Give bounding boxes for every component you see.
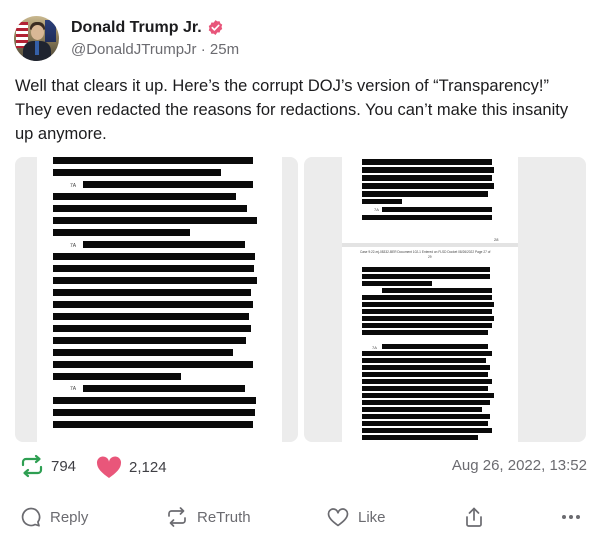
redaction-bar	[362, 183, 494, 189]
author-handle[interactable]: @DonaldJTrumpJr	[71, 41, 197, 58]
redaction-bar	[362, 358, 486, 363]
redaction-bar	[53, 289, 251, 296]
redaction-bar	[53, 349, 233, 356]
author-name[interactable]: Donald Trump Jr.	[71, 19, 202, 37]
retruth-count[interactable]: 794	[19, 454, 76, 478]
redaction-bar	[362, 191, 488, 197]
redaction-bar	[53, 325, 251, 332]
more-button[interactable]	[560, 506, 590, 528]
redaction-bar	[362, 302, 494, 307]
redaction-code-label: 7A	[374, 207, 379, 212]
redaction-bar	[362, 365, 490, 370]
redaction-bar	[362, 379, 492, 384]
redaction-bar	[53, 397, 256, 404]
media-image-left[interactable]: 7A 7A 7A	[15, 157, 298, 442]
redaction-bar	[53, 193, 236, 200]
redaction-bar	[362, 323, 492, 328]
like-button[interactable]: Like	[326, 506, 386, 528]
retruth-icon	[21, 454, 43, 478]
redaction-bar	[83, 181, 253, 188]
redaction-bar	[362, 159, 492, 165]
redaction-bar	[53, 265, 254, 272]
author-info: Donald Trump Jr. @DonaldJTrumpJr · 25m	[71, 19, 239, 58]
redaction-bar	[362, 281, 432, 286]
redaction-bar	[362, 407, 482, 412]
redaction-bar	[382, 207, 492, 212]
redaction-bar	[362, 309, 492, 314]
redaction-bar	[362, 295, 492, 300]
redaction-bar	[53, 301, 253, 308]
reply-bubble-icon	[21, 507, 41, 527]
like-count[interactable]: 2,124	[95, 454, 167, 480]
like-label: Like	[358, 508, 386, 526]
redaction-bar	[53, 157, 253, 164]
separator: ·	[200, 40, 206, 58]
heart-outline-icon	[327, 508, 349, 527]
redaction-bar	[53, 409, 255, 416]
handle-row: @DonaldJTrumpJr · 25m	[71, 41, 239, 58]
page-number: 28	[494, 237, 499, 242]
redaction-bar	[53, 169, 221, 176]
more-dots-icon	[562, 515, 580, 519]
retruth-label: ReTruth	[197, 508, 251, 526]
retruth-button[interactable]: ReTruth	[165, 506, 251, 528]
redaction-bar	[53, 253, 255, 260]
redaction-bar	[362, 267, 490, 272]
redaction-bar	[362, 400, 490, 405]
post-text: Well that clears it up. Here’s the corru…	[15, 77, 569, 143]
redaction-bar	[53, 277, 257, 284]
redaction-bar	[83, 241, 245, 248]
retruth-icon	[168, 507, 186, 527]
post-header: Donald Trump Jr. @DonaldJTrumpJr · 25m	[14, 14, 239, 62]
share-icon	[466, 507, 482, 527]
redaction-code-label: 7A	[70, 243, 77, 249]
redaction-bar	[53, 373, 181, 380]
redaction-bar	[362, 274, 490, 279]
redaction-bar	[362, 421, 488, 426]
redaction-bar	[362, 199, 402, 204]
redaction-bar	[362, 414, 490, 419]
retruth-count-value: 794	[51, 457, 77, 475]
redaction-bar	[382, 344, 488, 349]
time-ago: 25m	[209, 40, 240, 58]
redacted-page-right: 7A 28 Case 9:22-mj-08332-BER Document 102-…	[360, 159, 499, 440]
redaction-bar	[362, 175, 492, 181]
redaction-code-label: 7A	[372, 345, 377, 350]
redaction-bar	[362, 167, 494, 173]
post-timestamp: Aug 26, 2022, 13:52	[451, 457, 587, 474]
redaction-bar	[83, 385, 245, 392]
redaction-bar	[362, 330, 488, 335]
action-bar: Reply ReTruth Like	[15, 506, 587, 532]
redaction-bar	[53, 205, 247, 212]
redaction-code-label: 7A	[70, 183, 77, 189]
share-button[interactable]	[463, 506, 493, 528]
page-number: 29	[428, 255, 432, 259]
redaction-bar	[362, 215, 492, 220]
redaction-bar	[362, 428, 492, 433]
reply-label: Reply	[50, 508, 89, 526]
case-header: Case 9:22-mj-08332-BER Document 102-1 En…	[360, 250, 491, 254]
redaction-bar	[362, 435, 478, 440]
like-count-value: 2,124	[129, 458, 167, 476]
redaction-bar	[53, 361, 253, 368]
redaction-bar	[362, 372, 488, 377]
redaction-code-label: 7A	[70, 386, 77, 392]
redaction-bar	[362, 393, 494, 398]
redaction-bar	[362, 351, 492, 356]
redaction-bar	[53, 313, 249, 320]
post-stats: 794 2,124 Aug 26, 2022, 13:52	[15, 454, 587, 480]
redacted-page-left: 7A 7A 7A	[53, 157, 257, 428]
reply-button[interactable]: Reply	[20, 506, 88, 528]
redaction-bar	[53, 217, 257, 224]
redaction-bar	[53, 337, 246, 344]
media-image-right[interactable]: 7A 28 Case 9:22-mj-08332-BER Document 102-…	[304, 157, 586, 442]
redaction-bar	[362, 386, 488, 391]
heart-icon	[96, 456, 122, 478]
redaction-bar	[53, 421, 253, 428]
redaction-bar	[382, 288, 492, 293]
avatar[interactable]	[14, 15, 59, 61]
redaction-bar	[362, 316, 494, 321]
verified-badge-icon	[208, 20, 222, 35]
redaction-bar	[53, 229, 190, 236]
